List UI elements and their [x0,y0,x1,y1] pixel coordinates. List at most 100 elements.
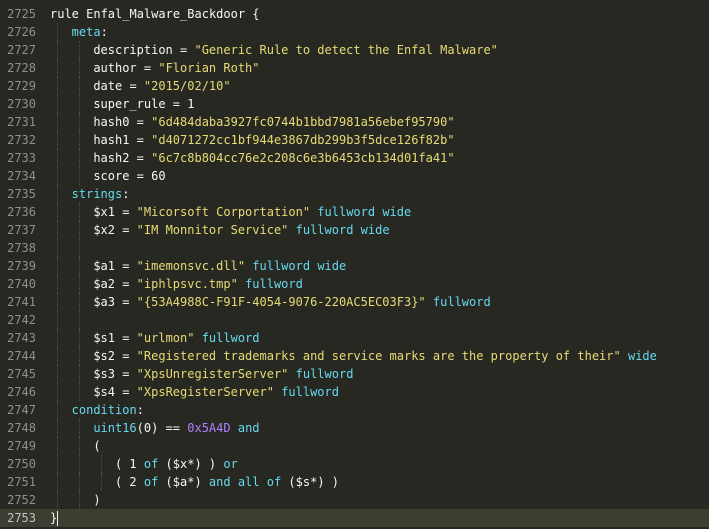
indent-guide [78,383,80,401]
code-line[interactable]: 2726 meta: [0,23,709,41]
token-op [621,349,628,363]
token-str: "6c7c8b804cc76e2c208c6e3b6453cb134d01fa4… [151,151,455,165]
indent-guide [57,113,59,131]
indent-guide [100,473,102,491]
line-text: $s4 = "XpsRegisterServer" fullword [93,383,339,401]
code-line[interactable]: 2752) [0,491,709,509]
line-text: hash1 = "d4071272cc1bf944e3867db299b3f5d… [93,131,454,149]
indent-guide [78,41,80,59]
code-line[interactable]: 2729 date = "2015/02/10" [0,77,709,95]
code-line[interactable]: 2732 hash1 = "d4071272cc1bf944e3867db299b… [0,131,709,149]
token-var: $a3 [93,295,123,309]
token-var: $x2 [93,223,123,237]
code-line[interactable]: 2741 $a3 = "{53A4988C-F91F-4054-9076-220A… [0,293,709,311]
token-op [288,367,295,381]
code-line[interactable]: 2751 ( 2 of ($a*) and all of ($s*) ) [0,473,709,491]
code-line[interactable]: 2743 $s1 = "urlmon" fullword [0,329,709,347]
token-num: 60 [151,169,166,183]
code-editor[interactable]: 2725 rule Enfal_Malware_Backdoor {2726 met… [0,0,709,529]
token-str: "IM Monnitor Service" [136,223,289,237]
code-line[interactable]: 2734 score = 60 [0,167,709,185]
indent-guide [57,383,59,401]
token-mod: or [223,457,238,471]
token-str: "Florian Roth" [158,61,260,75]
token-op [231,421,238,435]
code-line[interactable]: 2748 uint16(0) == 0x5A4D and [0,419,709,437]
line-number: 2753 [7,511,36,525]
indent-guide [57,239,59,257]
indent-guide [57,437,59,455]
code-line[interactable]: 2727 description = "Generic Rule to detec… [0,41,709,59]
token-op [260,475,267,489]
line-number: 2732 [7,133,36,147]
indent-guide [78,437,80,455]
line-text: ( 1 of ($x*) ) or [115,455,238,473]
line-number: 2728 [7,61,36,75]
line-text: $x1 = "Micorsoft Corportation" fullword … [93,203,411,221]
token-mod: of [266,475,282,489]
text-cursor [57,511,59,526]
code-line[interactable]: 2742 [0,311,709,329]
code-line[interactable]: 2728 author = "Florian Roth" [0,59,709,77]
code-line[interactable]: 2746 $s4 = "XpsRegisterServer" fullword [0,383,709,401]
token-op: { [252,7,260,21]
token-str: "imemonsvc.dll" [136,259,246,273]
token-op: } [50,511,58,525]
indent-guide [57,293,59,311]
token-op: = [122,349,137,363]
indent-guide [78,473,80,491]
code-line[interactable]: 2749 ( [0,437,709,455]
code-line[interactable]: 2725 rule Enfal_Malware_Backdoor { [0,5,709,23]
indent-guide [57,77,59,95]
line-text: $s3 = "XpsUnregisterServer" fullword [93,365,353,383]
indent-guide [57,221,59,239]
indent-guide [57,311,59,329]
code-line[interactable]: 2750 ( 1 of ($x*) ) or [0,455,709,473]
token-var: $x1 [93,205,123,219]
indent-guide [78,149,80,167]
code-line[interactable]: 2737 $x2 = "IM Monnitor Service" fullword… [0,221,709,239]
code-line[interactable]: 2753} [0,509,709,527]
token-ident: hash0 [93,115,137,129]
code-line[interactable]: 2747 condition: [0,401,709,419]
code-line[interactable]: 2736 $x1 = "Micorsoft Corportation" fullw… [0,203,709,221]
indent-guide [57,365,59,383]
token-op [426,295,433,309]
code-line[interactable]: 2730 super_rule = 1 [0,95,709,113]
token-op [231,475,238,489]
indent-guide [57,275,59,293]
token-op: = [122,277,137,291]
line-number: 2731 [7,115,36,129]
indent-guide [78,275,80,293]
indent-guide [57,95,59,113]
indent-guide [78,167,80,185]
token-op [194,331,201,345]
token-mod: wide [317,259,347,273]
code-line[interactable]: 2731 hash0 = "6d484daba3927fc0744b1bbd798… [0,113,709,131]
indent-guide [78,239,80,257]
token-mod: of [143,475,159,489]
code-line[interactable]: 2733 hash2 = "6c7c8b804cc76e2c208c6e3b645… [0,149,709,167]
line-number: 2749 [7,439,36,453]
code-line[interactable]: 2745 $s3 = "XpsUnregisterServer" fullword [0,365,709,383]
token-sec: condition [71,403,137,417]
code-line[interactable]: 2739 $a1 = "imemonsvc.dll" fullword wide [0,257,709,275]
token-op: = [136,151,152,165]
token-ident: author [93,61,144,75]
code-line[interactable]: 2738 [0,239,709,257]
line-number: 2740 [7,277,36,291]
indent-guide [57,419,59,437]
token-ident: super_rule [93,97,173,111]
indent-guide [78,347,80,365]
indent-guide [57,59,59,77]
token-op: = [122,205,137,219]
code-line[interactable]: 2740 $a2 = "iphlpsvc.tmp" fullword [0,275,709,293]
token-op: = [136,133,152,147]
token-mod: and [208,475,231,489]
code-line[interactable]: 2735 strings: [0,185,709,203]
code-area[interactable]: 2725 rule Enfal_Malware_Backdoor {2726 met… [0,5,709,527]
code-line[interactable]: 2744 $s2 = "Registered trademarks and ser… [0,347,709,365]
token-op: = [122,295,137,309]
token-k: rule [50,7,87,21]
line-text: meta: [72,23,108,41]
